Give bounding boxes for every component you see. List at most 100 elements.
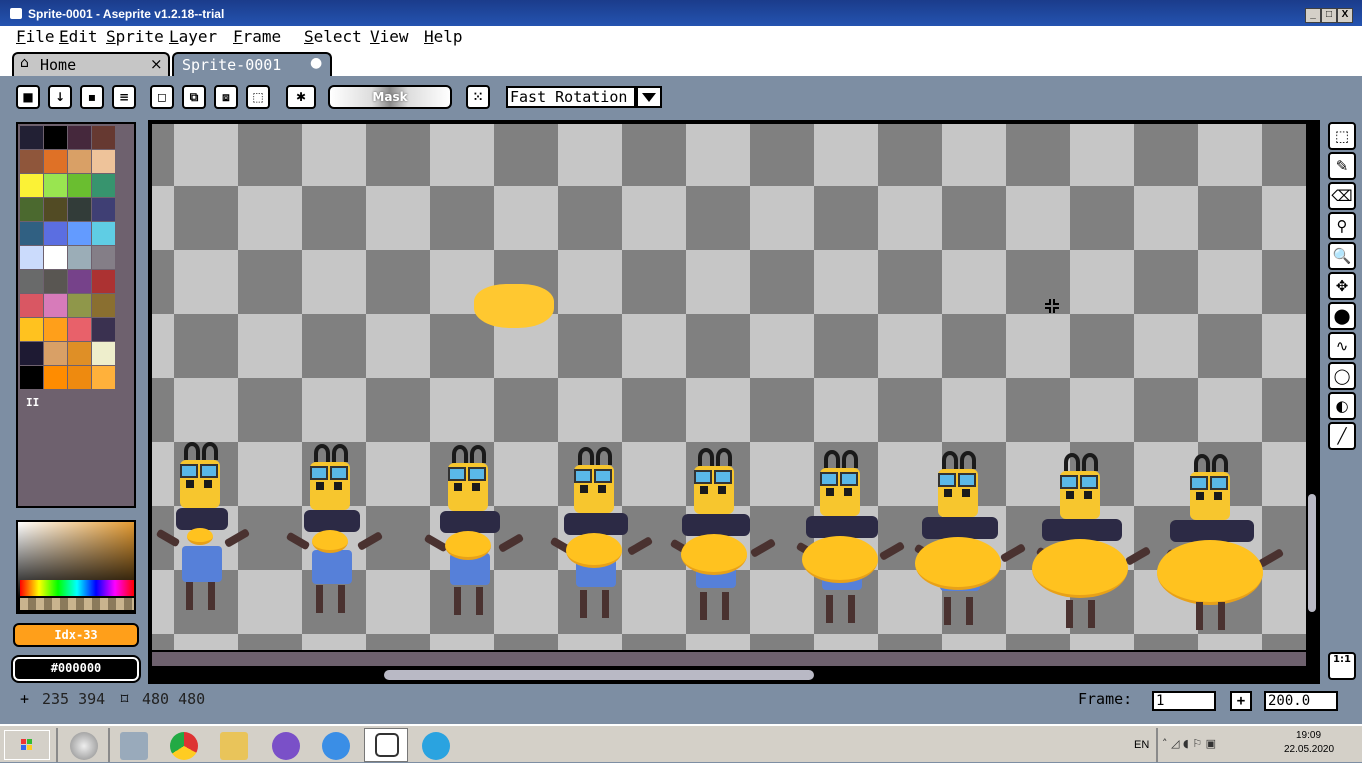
close-window-button[interactable]: X: [1337, 8, 1353, 23]
palette-swatch[interactable]: [20, 174, 43, 197]
square-icon[interactable]: ▪: [80, 85, 104, 109]
palette-swatch[interactable]: [44, 366, 67, 389]
calculator-icon[interactable]: [120, 732, 148, 760]
sprite-canvas[interactable]: [152, 124, 1306, 650]
pivot-icon[interactable]: ✱: [286, 85, 316, 109]
menu-layer[interactable]: Layer: [169, 27, 217, 46]
tray-icons[interactable]: ˄ ◿ ◖ ⚐ ▣: [1162, 737, 1216, 750]
viber-icon[interactable]: [272, 732, 300, 760]
ellipse-tool[interactable]: ◯: [1328, 362, 1356, 390]
palette-swatch[interactable]: [68, 150, 91, 173]
palette-swatch[interactable]: [68, 246, 91, 269]
alpha-slider[interactable]: [20, 598, 134, 610]
palette-swatch[interactable]: [44, 126, 67, 149]
eyedropper-tool[interactable]: ⚲: [1328, 212, 1356, 240]
selection-subtract-icon[interactable]: ⧈: [214, 85, 238, 109]
aseprite-taskbar-button[interactable]: [364, 728, 408, 762]
chevron-down-icon[interactable]: [636, 86, 662, 108]
menu-file[interactable]: File: [16, 27, 55, 46]
palette-swatch[interactable]: [20, 198, 43, 221]
hue-slider[interactable]: [20, 580, 134, 596]
palette-swatch[interactable]: [92, 246, 115, 269]
horizontal-scrollbar[interactable]: [384, 670, 814, 680]
palette-swatch[interactable]: [44, 174, 67, 197]
palette-swatch[interactable]: [92, 294, 115, 317]
start-button[interactable]: [4, 730, 50, 760]
palette-swatch[interactable]: [92, 198, 115, 221]
palette-swatch[interactable]: [68, 366, 91, 389]
menu-view[interactable]: View: [370, 27, 409, 46]
add-frame-button[interactable]: +: [1230, 691, 1252, 711]
zoom-reset-button[interactable]: 1:1: [1328, 652, 1356, 680]
rotation-algorithm-select[interactable]: Fast Rotation: [506, 86, 636, 108]
palette-swatch[interactable]: [92, 174, 115, 197]
language-indicator[interactable]: EN: [1134, 739, 1149, 751]
grid-pivot-icon[interactable]: ⁙: [466, 85, 490, 109]
menu-frame[interactable]: Frame: [233, 27, 281, 46]
explorer-folder-icon[interactable]: [220, 732, 248, 760]
palette-swatch[interactable]: [20, 342, 43, 365]
palette-swatch[interactable]: [92, 366, 115, 389]
palette-swatch[interactable]: [68, 342, 91, 365]
palette-swatch[interactable]: [92, 150, 115, 173]
palette-swatch[interactable]: [92, 222, 115, 245]
background-color-hex[interactable]: #000000: [11, 655, 141, 683]
palette-swatch[interactable]: [20, 126, 43, 149]
palette-swatch[interactable]: [92, 318, 115, 341]
palette-swatch[interactable]: [92, 126, 115, 149]
palette-swatch[interactable]: [20, 366, 43, 389]
palette-swatch[interactable]: [92, 342, 115, 365]
rectangular-marquee-tool[interactable]: ⬚: [1328, 122, 1356, 150]
palette-swatch[interactable]: [68, 126, 91, 149]
telegram-icon[interactable]: [422, 732, 450, 760]
selection-intersect-icon[interactable]: ⬚: [246, 85, 270, 109]
blur-tool[interactable]: ╱: [1328, 422, 1356, 450]
foreground-color-index[interactable]: Idx-33: [13, 623, 139, 647]
tab-sprite[interactable]: Sprite-0001 ●: [172, 52, 332, 76]
palette-swatch[interactable]: [68, 318, 91, 341]
palette-swatch[interactable]: [44, 342, 67, 365]
palette-swatch[interactable]: [92, 270, 115, 293]
palette-swatch[interactable]: [44, 150, 67, 173]
palette-swatch[interactable]: [20, 246, 43, 269]
lock-icon[interactable]: ■: [16, 85, 40, 109]
media-player-icon[interactable]: [70, 732, 98, 760]
palette-swatch[interactable]: [44, 246, 67, 269]
palette-swatch[interactable]: [68, 222, 91, 245]
palette-swatch[interactable]: [20, 318, 43, 341]
eraser-tool[interactable]: ⌫: [1328, 182, 1356, 210]
paint-bucket-tool[interactable]: ⬤: [1328, 302, 1356, 330]
chrome-icon[interactable]: [170, 732, 198, 760]
tab-close-icon[interactable]: ×: [150, 55, 163, 73]
palette-swatch[interactable]: [44, 294, 67, 317]
minimize-button[interactable]: _: [1305, 8, 1321, 23]
selection-replace-icon[interactable]: ◻: [150, 85, 174, 109]
palette-resize-handle[interactable]: II: [26, 396, 39, 409]
pencil-tool[interactable]: ✎: [1328, 152, 1356, 180]
color-spectrum-picker[interactable]: [16, 520, 136, 614]
internet-explorer-icon[interactable]: [322, 732, 350, 760]
zoom-tool[interactable]: 🔍: [1328, 242, 1356, 270]
menu-sprite[interactable]: Sprite: [106, 27, 164, 46]
menu-edit[interactable]: Edit: [59, 27, 98, 46]
move-tool[interactable]: ✥: [1328, 272, 1356, 300]
mask-button[interactable]: Mask: [328, 85, 452, 109]
palette-swatch[interactable]: [20, 222, 43, 245]
zoom-input[interactable]: 200.0: [1264, 691, 1338, 711]
palette-swatch[interactable]: [44, 222, 67, 245]
palette-swatch[interactable]: [44, 198, 67, 221]
list-icon[interactable]: ≡: [112, 85, 136, 109]
palette-swatch[interactable]: [68, 198, 91, 221]
maximize-button[interactable]: □: [1321, 8, 1337, 23]
contour-tool[interactable]: ◐: [1328, 392, 1356, 420]
selection-add-icon[interactable]: ⧉: [182, 85, 206, 109]
palette-swatch[interactable]: [68, 294, 91, 317]
curve-tool[interactable]: ∿: [1328, 332, 1356, 360]
palette-swatch[interactable]: [44, 270, 67, 293]
palette-swatch[interactable]: [20, 294, 43, 317]
palette-swatch[interactable]: [44, 318, 67, 341]
tab-home[interactable]: ⌂ Home ×: [12, 52, 170, 76]
tab-modified-icon[interactable]: ●: [310, 55, 322, 71]
arrow-down-icon[interactable]: ↓: [48, 85, 72, 109]
menu-help[interactable]: Help: [424, 27, 463, 46]
